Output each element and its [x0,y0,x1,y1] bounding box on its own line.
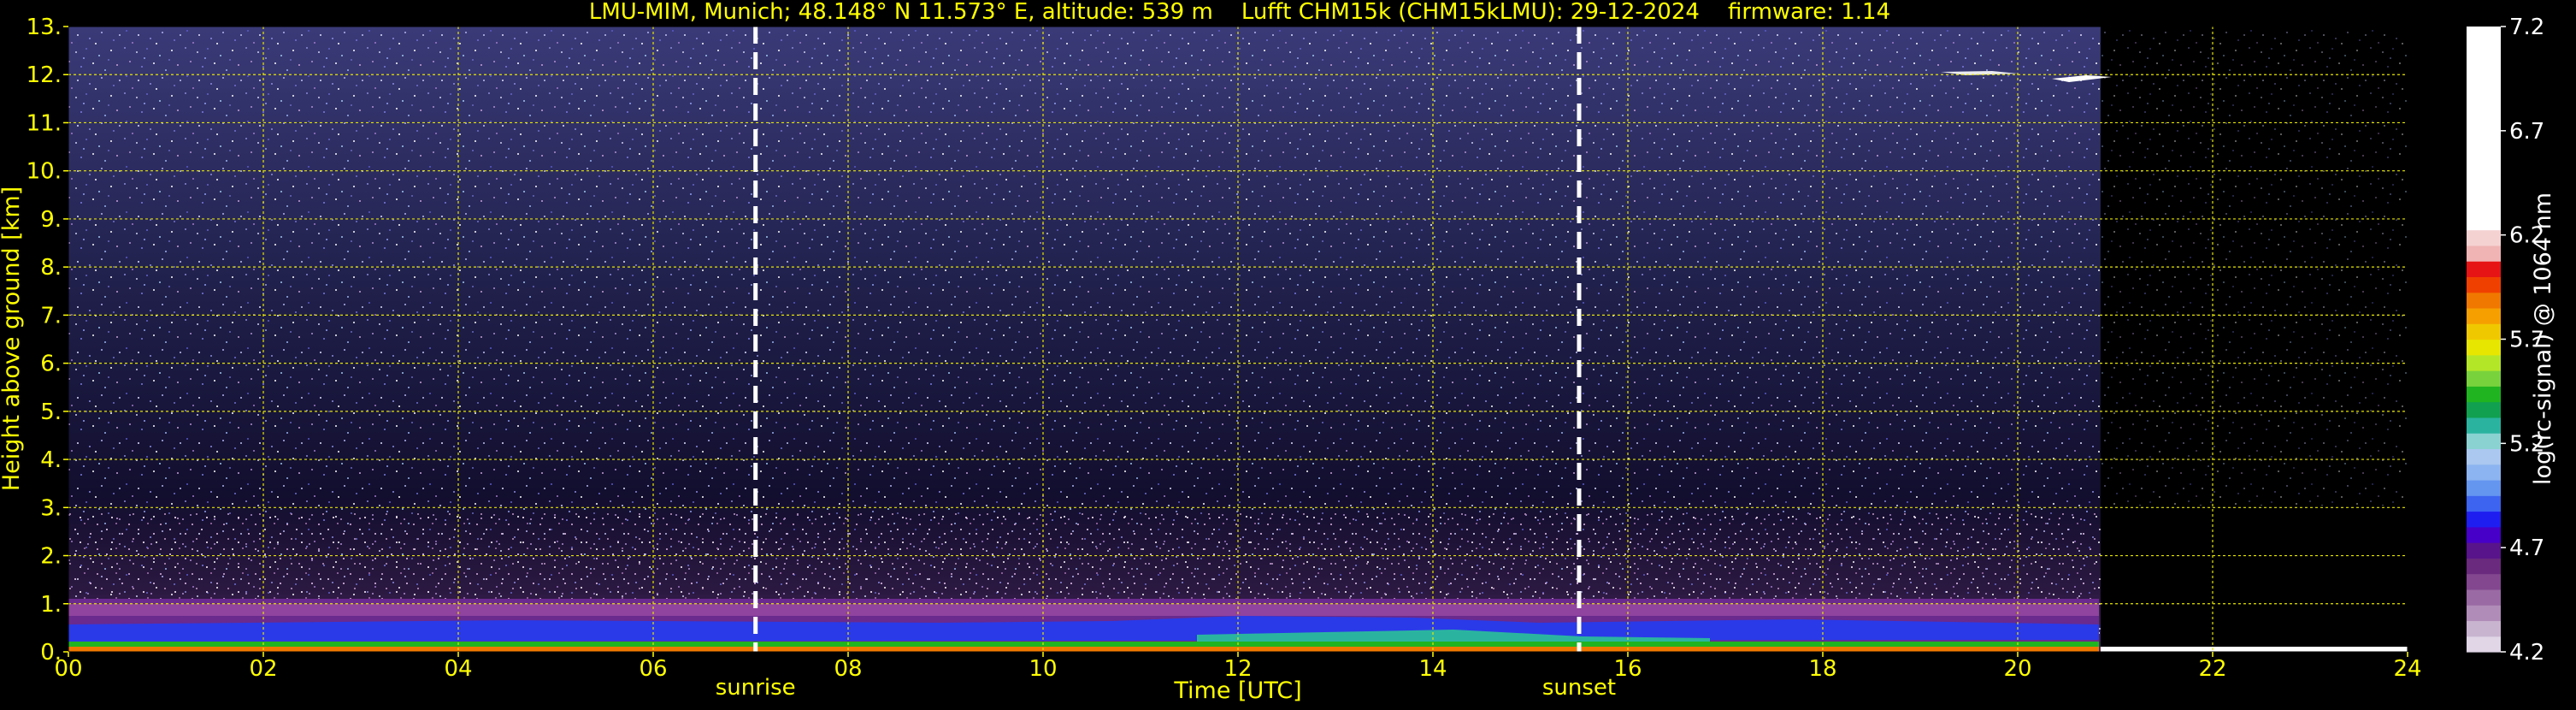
colorbar-segment [2467,27,2501,43]
colorbar-segment [2467,433,2501,450]
colorbar-segment [2467,276,2501,293]
colorbar-segment [2467,42,2501,59]
colorbar-segment [2467,120,2501,137]
x-tick-label: 16 [1613,656,1642,682]
colorbar-segment [2467,307,2501,324]
x-tick-label: 20 [2003,656,2031,682]
x-tick-label: 10 [1029,656,1057,682]
colorbar-segment [2467,636,2501,653]
colorbar-tick-label: 4.7 [2509,535,2544,561]
colorbar-segment [2467,605,2501,622]
colorbar-segment [2467,135,2501,152]
ceilometer-figure: sunrise sunset 00 02 04 06 08 10 12 14 16 18 20 22 24… [0,0,2576,707]
x-tick-label: 06 [639,656,667,682]
x-tick-label: 14 [1418,656,1447,682]
y-tick-label: 4. [40,447,62,473]
x-tick-label: 22 [2198,656,2226,682]
colorbar-segment [2467,620,2501,637]
colorbar-segment [2467,245,2501,262]
colorbar-segment [2467,261,2501,277]
colorbar-segment [2467,182,2501,199]
colorbar-tick-label: 7.2 [2509,15,2544,40]
x-tick-label: 24 [2393,656,2421,682]
x-tick-label: 04 [444,656,472,682]
colorbar-segment [2467,292,2501,309]
colorbar-segment [2467,198,2501,215]
colorbar-segment [2467,573,2501,590]
x-tick-label: 08 [834,656,862,682]
y-tick-label: 0. [40,640,62,666]
colorbar-segment [2467,558,2501,575]
y-tick-label: 2. [40,544,62,570]
y-axis: 0. 1. 2. 3. 4. 5. 6. 7. 8. 9. 10. 11. 12. 13. [27,15,68,666]
y-tick-label: 13. [27,15,62,40]
colorbar-tick-label: 6.7 [2509,119,2544,145]
aerosol-layer-surface [68,647,2099,652]
y-tick-label: 9. [40,207,62,233]
y-tick-label: 5. [40,399,62,425]
event-label-sunrise: sunrise [716,675,796,701]
colorbar-segment [2467,495,2501,512]
colorbar-segment [2467,526,2501,543]
x-axis-label: Time [UTC] [1173,677,1301,704]
y-tick-label: 12. [27,62,62,88]
colorbar-segment [2467,401,2501,418]
y-tick-label: 8. [40,255,62,281]
x-tick-label: 18 [1808,656,1836,682]
chart-svg: sunrise sunset 00 02 04 06 08 10 12 14 16 18 20 22 24… [0,0,2556,704]
colorbar-segment [2467,57,2501,74]
colorbar-label: log(rc-signal) @ 1064 nm [2530,192,2556,485]
colorbar-segment [2467,511,2501,528]
event-label-sunset: sunset [1542,675,1616,701]
y-tick-label: 3. [40,495,62,521]
aerosol-layer-green [68,642,2099,647]
no-data-ground-return [2100,647,2408,652]
colorbar-segment [2467,167,2501,184]
colorbar-segment [2467,214,2501,231]
colorbar-segment [2467,417,2501,434]
colorbar [2467,27,2501,653]
colorbar-segment [2467,448,2501,465]
colorbar-segment [2467,479,2501,496]
colorbar-segment [2467,542,2501,559]
y-tick-label: 10. [27,159,62,185]
y-tick-label: 11. [27,110,62,136]
y-tick-label: 6. [40,352,62,377]
no-data-sparse-noise [2100,27,2408,506]
colorbar-segment [2467,370,2501,387]
x-tick-label: 02 [249,656,277,682]
colorbar-segment [2467,151,2501,169]
chart-title: LMU-MIM, Munich; 48.148° N 11.573° E, al… [589,0,1890,25]
colorbar-segment [2467,339,2501,356]
colorbar-tick-label: 4.2 [2509,640,2544,666]
y-tick-label: 7. [40,303,62,328]
colorbar-segment [2467,89,2501,105]
colorbar-segment [2467,229,2501,246]
colorbar-segment [2467,464,2501,481]
colorbar-segment [2467,104,2501,121]
colorbar-segment [2467,323,2501,340]
y-axis-label: Height above ground [km] [0,186,25,491]
colorbar-segment [2467,354,2501,371]
aerosol-layer-magenta [68,604,2099,616]
colorbar-segment [2467,386,2501,403]
y-tick-label: 1. [40,592,62,618]
colorbar-segment [2467,73,2501,90]
colorbar-segment [2467,589,2501,606]
